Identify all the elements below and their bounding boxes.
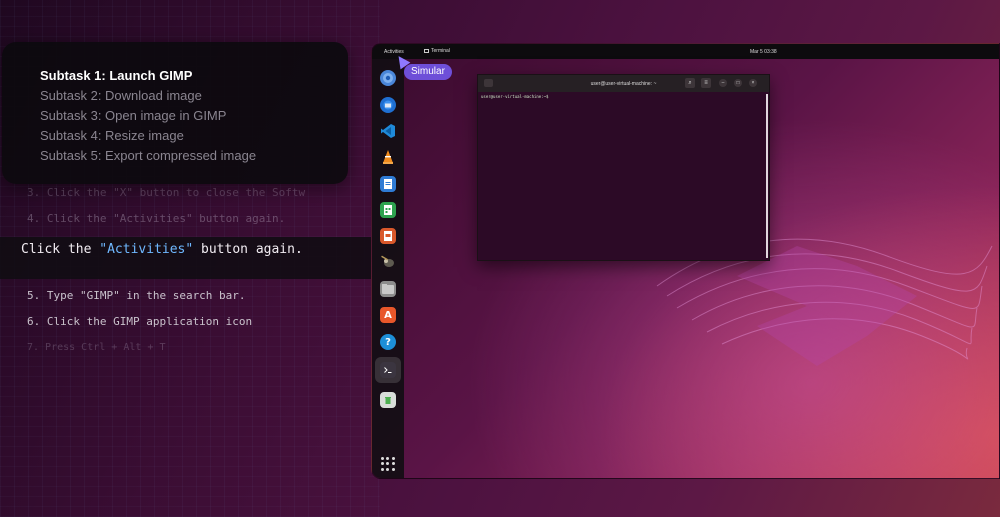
ubuntu-desktop: Activities Terminal Mar 5 03:38 A ? Simu… <box>371 43 1000 479</box>
thunderbird-icon[interactable] <box>380 97 396 113</box>
subtask-1: Subtask 1: Launch GIMP <box>40 68 193 83</box>
show-apps-icon[interactable] <box>381 457 395 471</box>
step-3: 3. Click the "X" button to close the Sof… <box>27 186 306 199</box>
calc-icon[interactable] <box>380 202 396 218</box>
files-icon[interactable] <box>380 281 396 297</box>
minimize-icon[interactable]: – <box>719 79 727 87</box>
subtask-panel: Subtask 1: Launch GIMP Subtask 2: Downlo… <box>2 42 348 184</box>
software-icon[interactable]: A <box>380 307 396 323</box>
topbar-app-menu[interactable]: Terminal <box>424 48 450 54</box>
step-6: 6. Click the GIMP application icon <box>27 315 253 328</box>
close-icon[interactable]: × <box>749 79 757 87</box>
maximize-icon[interactable]: □ <box>734 79 742 87</box>
gimp-icon[interactable] <box>380 254 396 270</box>
current-step-suffix: button again. <box>193 242 303 257</box>
terminal-scrollbar[interactable] <box>766 94 768 258</box>
help-icon[interactable]: ? <box>380 334 396 350</box>
subtask-2: Subtask 2: Download image <box>40 88 202 103</box>
terminal-window[interactable]: user@user-virtual-machine: ~ ⌕ ≡ – □ × u… <box>477 74 770 261</box>
trash-icon[interactable] <box>380 392 396 408</box>
impress-icon[interactable] <box>380 228 396 244</box>
chromium-icon[interactable] <box>380 70 396 86</box>
current-step-highlight: "Activities" <box>99 242 194 257</box>
menu-icon[interactable]: ≡ <box>701 78 711 88</box>
top-bar: Activities Terminal Mar 5 03:38 <box>372 44 999 59</box>
current-step-prefix: Click the <box>21 242 100 257</box>
subtask-5: Subtask 5: Export compressed image <box>40 148 257 163</box>
agent-label: Simular <box>404 64 452 80</box>
topbar-app-name: Terminal <box>431 48 450 54</box>
terminal-icon[interactable] <box>380 362 396 378</box>
terminal-mini-icon <box>424 49 429 53</box>
terminal-prompt: user@user-virtual-machine:~$ <box>481 94 549 99</box>
vscode-icon[interactable] <box>380 123 396 139</box>
topbar-clock[interactable]: Mar 5 03:38 <box>750 49 777 55</box>
vlc-icon[interactable] <box>380 149 396 165</box>
step-5: 5. Type "GIMP" in the search bar. <box>27 289 246 302</box>
current-step: Click the "Activities" button again. <box>21 242 303 257</box>
subtask-4: Subtask 4: Resize image <box>40 128 184 143</box>
terminal-header: user@user-virtual-machine: ~ ⌕ ≡ – □ × <box>478 75 769 92</box>
writer-icon[interactable] <box>380 176 396 192</box>
step-7: 7. Press Ctrl + Alt + T <box>27 342 166 353</box>
terminal-body[interactable]: user@user-virtual-machine:~$ <box>478 92 769 101</box>
step-4: 4. Click the "Activities" button again. <box>27 212 286 225</box>
subtask-3: Subtask 3: Open image in GIMP <box>40 108 227 123</box>
dock: A ? <box>372 59 404 478</box>
search-icon[interactable]: ⌕ <box>685 78 695 88</box>
